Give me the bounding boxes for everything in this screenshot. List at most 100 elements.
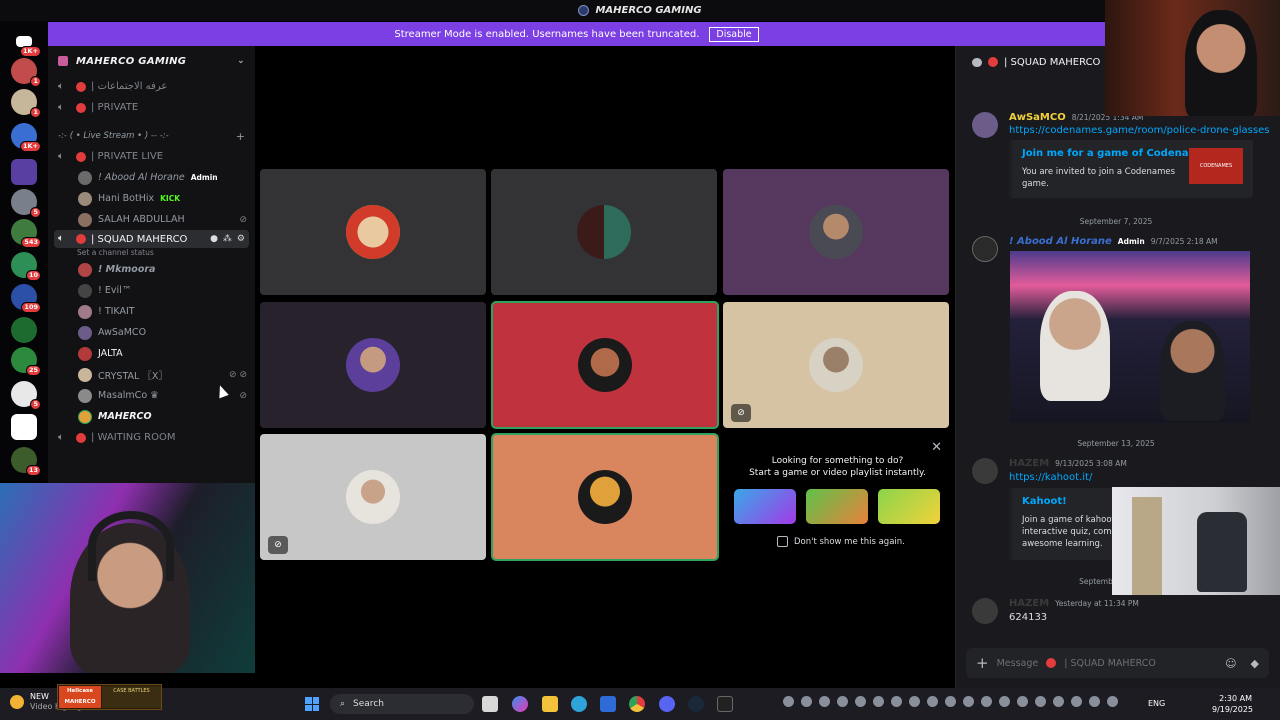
server-icon[interactable]: 543 bbox=[11, 219, 41, 248]
tray-icon[interactable] bbox=[1035, 696, 1046, 707]
server-icon[interactable]: 5 bbox=[11, 381, 41, 410]
message-author[interactable]: ! Abood Al Horane bbox=[1009, 236, 1112, 247]
avatar[interactable] bbox=[972, 598, 998, 624]
close-icon[interactable]: ✕ bbox=[931, 440, 942, 455]
discord-icon[interactable] bbox=[659, 696, 675, 712]
message-image-attachment[interactable] bbox=[1010, 251, 1250, 423]
activity-game-card[interactable] bbox=[806, 489, 868, 524]
language-indicator[interactable]: ENG bbox=[1148, 699, 1165, 708]
taskbar-search[interactable]: ⌕ Search bbox=[330, 694, 474, 714]
add-attachment-icon[interactable]: + bbox=[976, 654, 989, 672]
dont-show-checkbox[interactable]: Don't show me this again. bbox=[777, 536, 905, 547]
server-icon[interactable] bbox=[11, 159, 37, 185]
server-header[interactable]: MAHERCO GAMING ⌄ bbox=[48, 46, 255, 76]
voice-member[interactable]: CRYSTAL 〖X〗 ⊘ ⊘ bbox=[48, 364, 255, 385]
add-channel-icon[interactable]: + bbox=[236, 130, 245, 143]
voice-channel-squad-maherco[interactable]: 🔈︎ | SQUAD MAHERCO ● ⁂ ⚙ bbox=[54, 230, 249, 248]
file-explorer-icon[interactable] bbox=[542, 696, 558, 712]
gear-icon[interactable]: ⚙ bbox=[237, 234, 245, 244]
embed-title[interactable]: Join me for a game of Codenames bbox=[1022, 148, 1212, 159]
tray-icon[interactable] bbox=[1053, 696, 1064, 707]
server-icon[interactable]: 10 bbox=[11, 252, 41, 281]
message-author[interactable]: HAZEM bbox=[1009, 458, 1049, 469]
message-composer[interactable]: + Message | SQUAD MAHERCO ☺ ◆ bbox=[966, 648, 1269, 678]
tray-icon[interactable] bbox=[963, 696, 974, 707]
participant-tile[interactable] bbox=[723, 169, 949, 295]
disable-streamer-mode-button[interactable]: Disable bbox=[709, 26, 759, 42]
activity-game-card[interactable] bbox=[734, 489, 796, 524]
voice-channel[interactable]: 🔈︎ | PRIVATE bbox=[48, 97, 255, 118]
tray-icon[interactable] bbox=[819, 696, 830, 707]
activity-game-card[interactable] bbox=[878, 489, 940, 524]
server-icon[interactable]: 5 bbox=[11, 189, 41, 218]
avatar[interactable] bbox=[972, 112, 998, 138]
tray-icon[interactable] bbox=[801, 696, 812, 707]
server-icon[interactable]: 13 bbox=[11, 447, 41, 476]
server-icon[interactable] bbox=[11, 317, 37, 343]
participant-tile[interactable] bbox=[491, 169, 717, 295]
tray-icon[interactable] bbox=[945, 696, 956, 707]
voice-member[interactable]: AwSaMCO bbox=[48, 322, 255, 343]
voice-member[interactable]: MAHERCO bbox=[48, 406, 255, 427]
chat-bubble-icon[interactable]: ● bbox=[210, 234, 218, 244]
message-link[interactable]: https://codenames.game/room/police-drone… bbox=[1009, 125, 1269, 136]
voice-channel-waiting-room[interactable]: 🔈︎ | WAITING ROOM bbox=[48, 427, 255, 448]
tray-icon[interactable] bbox=[1089, 696, 1100, 707]
message-link[interactable]: https://kahoot.it/ bbox=[1009, 472, 1092, 483]
voice-member[interactable]: Hani BotHix KICK bbox=[48, 188, 255, 209]
voice-channel[interactable]: 🔈︎ | عرفه الاجتماعات bbox=[48, 76, 255, 97]
tray-icon[interactable] bbox=[855, 696, 866, 707]
participant-tile[interactable]: ⊘ bbox=[723, 302, 949, 428]
voice-member[interactable]: ! Evil™ bbox=[48, 280, 255, 301]
invite-icon[interactable]: ⁂ bbox=[223, 234, 232, 244]
avatar[interactable] bbox=[972, 458, 998, 484]
voice-channel-private-live[interactable]: 🔈︎ | PRIVATE LIVE bbox=[48, 146, 255, 167]
tray-icon[interactable] bbox=[891, 696, 902, 707]
chrome-icon[interactable] bbox=[629, 696, 645, 712]
server-icon[interactable]: 1K+ bbox=[11, 123, 41, 152]
tray-icon[interactable] bbox=[1071, 696, 1082, 707]
participant-tile[interactable] bbox=[260, 169, 486, 295]
checkbox-icon[interactable] bbox=[777, 536, 788, 547]
tray-icon[interactable] bbox=[999, 696, 1010, 707]
store-icon[interactable] bbox=[600, 696, 616, 712]
copilot-icon[interactable] bbox=[512, 696, 528, 712]
edge-icon[interactable] bbox=[571, 696, 587, 712]
message-author[interactable]: HAZEM bbox=[1009, 598, 1049, 609]
server-icon[interactable] bbox=[11, 414, 37, 440]
voice-member[interactable]: ! TIKAIT bbox=[48, 301, 255, 322]
tray-icon[interactable] bbox=[1017, 696, 1028, 707]
server-icon[interactable]: 109 bbox=[11, 284, 41, 313]
voice-member[interactable]: ! Abood Al Horane Admin bbox=[48, 167, 255, 188]
server-icon[interactable]: 25 bbox=[11, 347, 41, 376]
tray-icon[interactable] bbox=[981, 696, 992, 707]
windows-start-icon[interactable] bbox=[305, 697, 319, 711]
task-view-icon[interactable] bbox=[482, 696, 498, 712]
participant-tile-speaking[interactable] bbox=[491, 433, 719, 561]
steam-icon[interactable] bbox=[688, 696, 704, 712]
channel-category[interactable]: -:- ( • Live Stream • ) -- -:- + bbox=[48, 126, 255, 146]
discord-home-icon[interactable]: 1K+ bbox=[11, 28, 41, 57]
tray-icon[interactable] bbox=[873, 696, 884, 707]
tray-icon[interactable] bbox=[909, 696, 920, 707]
server-icon[interactable]: 1 bbox=[11, 58, 41, 87]
voice-member[interactable]: JALTA bbox=[48, 343, 255, 364]
voice-member[interactable]: SALAH ABDULLAH ⊘ bbox=[48, 209, 255, 230]
embed-title[interactable]: Kahoot! bbox=[1022, 496, 1067, 507]
avatar[interactable] bbox=[972, 236, 998, 262]
tray-icon[interactable] bbox=[1107, 696, 1118, 707]
message-author[interactable]: AwSaMCO bbox=[1009, 112, 1066, 123]
tray-icon[interactable] bbox=[927, 696, 938, 707]
emoji-icon[interactable]: ☺ bbox=[1225, 657, 1236, 670]
channel-status-hint[interactable]: Set a channel status bbox=[48, 248, 255, 259]
participant-tile[interactable] bbox=[260, 302, 486, 428]
participant-tile[interactable]: ⊘ bbox=[260, 434, 486, 560]
tray-icon[interactable] bbox=[783, 696, 794, 707]
taskbar-clock[interactable]: 2:30 AM 9/19/2025 bbox=[1212, 693, 1253, 715]
voice-member[interactable]: ! Mkmoora bbox=[48, 259, 255, 280]
epic-games-icon[interactable] bbox=[717, 696, 733, 712]
chevron-down-icon[interactable]: ⌄ bbox=[237, 56, 245, 66]
gamepad-icon[interactable]: ◆ bbox=[1251, 657, 1259, 670]
participant-tile-speaking[interactable] bbox=[491, 301, 719, 429]
server-icon[interactable]: 1 bbox=[11, 89, 41, 118]
